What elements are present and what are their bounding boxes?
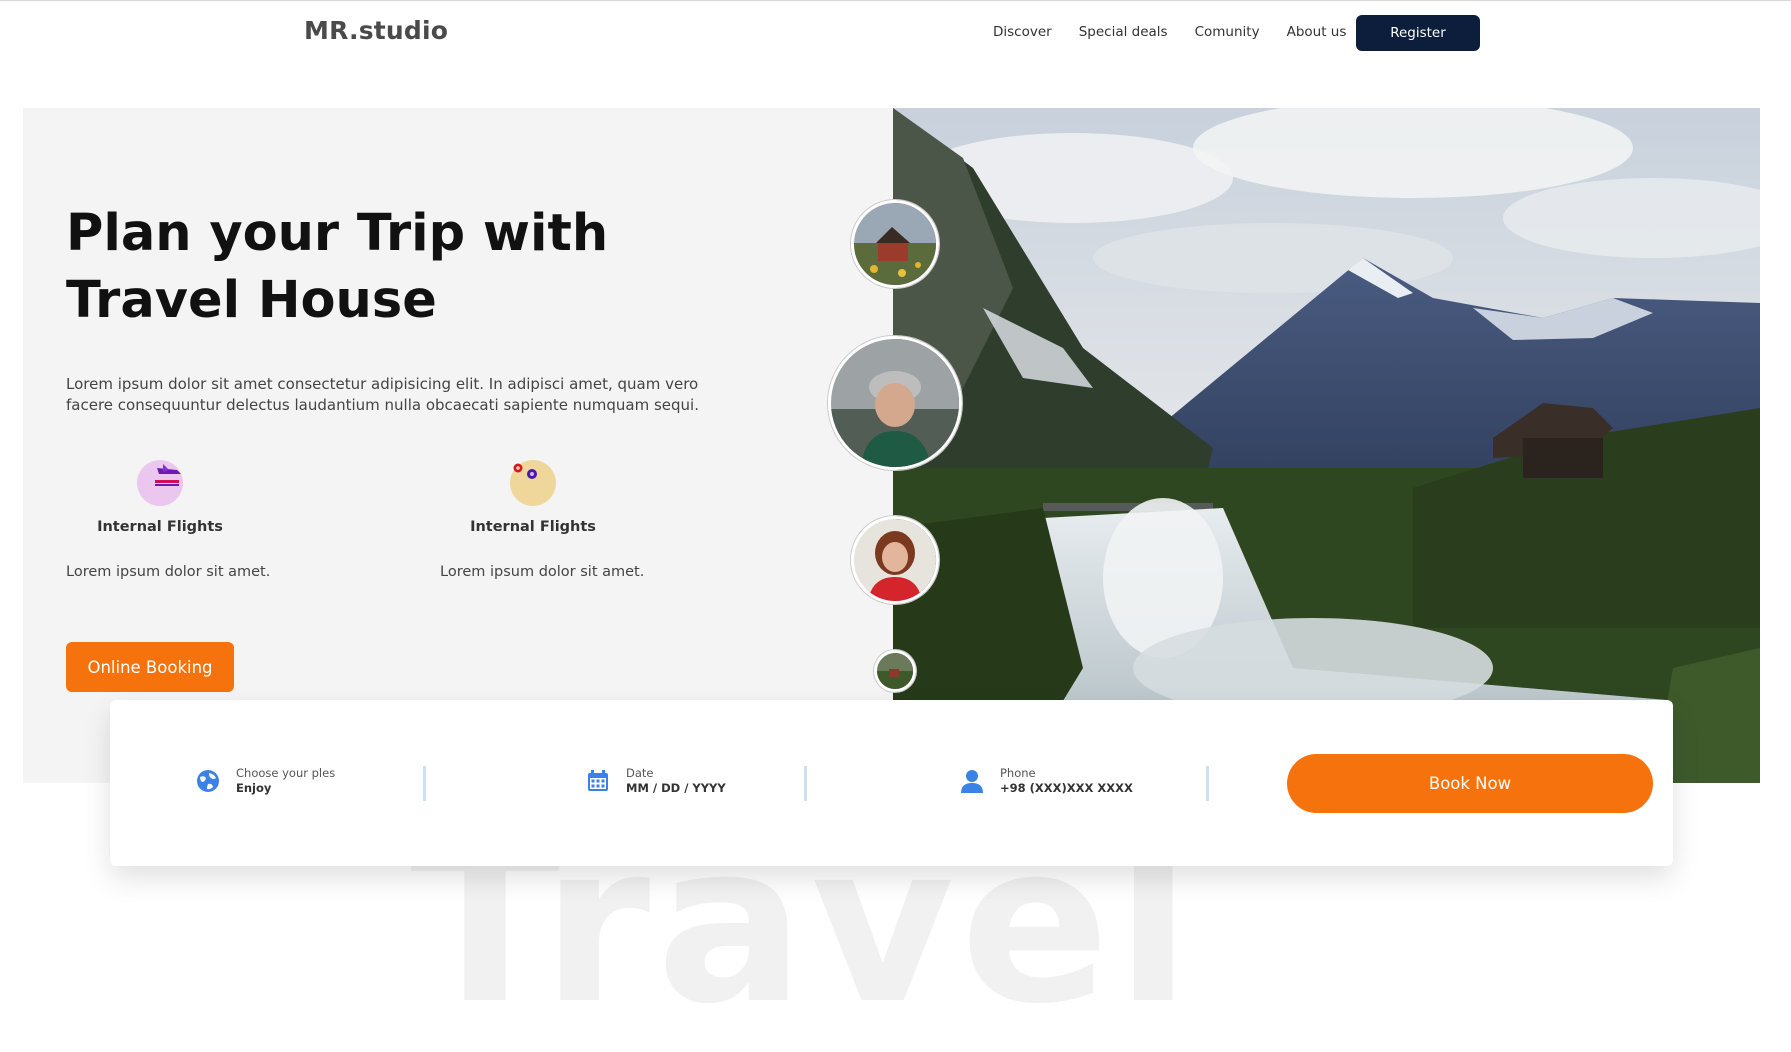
calendar-icon: [585, 768, 611, 794]
avatar-landscape[interactable]: [874, 650, 916, 692]
nav-about-us[interactable]: About us: [1287, 24, 1347, 40]
destination-value[interactable]: Enjoy: [236, 781, 335, 796]
date-label: Date: [626, 766, 654, 780]
field-divider: [804, 766, 807, 801]
feature-title-1: Internal Flights: [97, 519, 223, 535]
avatar-woman-red[interactable]: [851, 516, 939, 604]
main-nav: Discover Special deals Comunity About us: [993, 24, 1346, 40]
hero-description: Lorem ipsum dolor sit amet consectetur a…: [66, 375, 699, 414]
globe-icon: [195, 768, 221, 794]
destination-label: Choose your ples: [236, 766, 336, 780]
register-button[interactable]: Register: [1356, 15, 1480, 51]
date-field[interactable]: Date MM / DD / YYYY: [585, 766, 726, 796]
field-divider: [1206, 766, 1209, 801]
hero-title: Plan your Trip with Travel House: [66, 204, 609, 330]
feature-title-2: Internal Flights: [470, 519, 596, 535]
nav-community[interactable]: Comunity: [1195, 24, 1260, 40]
field-divider: [423, 766, 426, 801]
date-value[interactable]: MM / DD / YYYY: [626, 781, 726, 796]
phone-field[interactable]: Phone +98 (XXX)XXX XXXX: [959, 766, 1133, 796]
feature-text-2: Lorem ipsum dolor sit amet.: [440, 564, 645, 580]
user-icon: [959, 768, 985, 794]
logo[interactable]: MR.studio: [304, 16, 448, 45]
top-border: [0, 0, 1791, 1]
landscape-illustration: [893, 108, 1760, 783]
avatar-woman-hat[interactable]: [828, 336, 962, 470]
nav-special-deals[interactable]: Special deals: [1079, 24, 1168, 40]
phone-value[interactable]: +98 (XXX)XXX XXXX: [1000, 781, 1133, 796]
flower-icon: [510, 460, 556, 506]
online-booking-button[interactable]: Online Booking: [66, 642, 234, 692]
feature-text-1: Lorem ipsum dolor sit amet.: [66, 564, 271, 580]
phone-label: Phone: [1000, 766, 1036, 780]
book-now-button[interactable]: Book Now: [1287, 754, 1653, 813]
avatar-cabin[interactable]: [851, 200, 939, 288]
airplane-icon: [137, 460, 183, 506]
hero-landscape-image: [893, 108, 1760, 783]
booking-form: Choose your ples Enjoy Date MM / DD / YY…: [110, 700, 1673, 866]
nav-discover[interactable]: Discover: [993, 24, 1052, 40]
destination-field[interactable]: Choose your ples Enjoy: [195, 766, 335, 796]
